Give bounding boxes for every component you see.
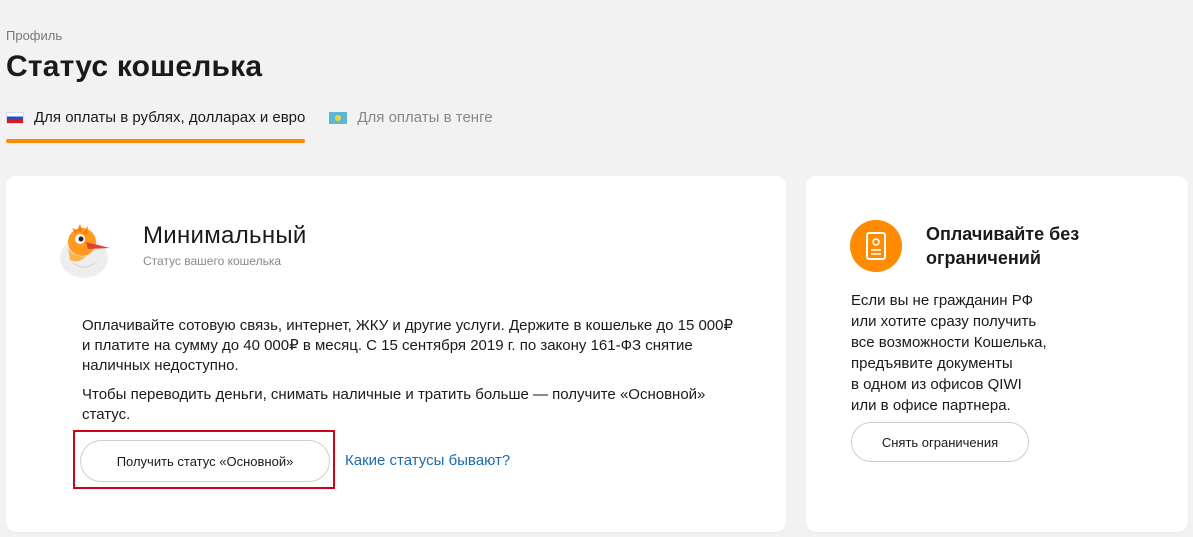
breadcrumb[interactable]: Профиль [6,28,62,43]
document-icon [850,220,902,272]
russia-flag-icon [6,112,24,124]
side-text-line: Если вы не гражданин РФ [851,292,1033,309]
side-text-line: все возможности Кошелька, [851,334,1047,351]
status-title: Минимальный [143,222,307,249]
tab-label: Для оплаты в тенге [357,109,493,126]
qiwi-bird-mascot-icon [60,224,110,278]
side-text-line: в одном из офисов QIWI [851,376,1022,393]
tab-rub-usd-eur[interactable]: Для оплаты в рублях, долларах и евро [6,106,306,143]
tab-label: Для оплаты в рублях, долларах и евро [34,109,306,126]
side-text-line: или хотите сразу получить [851,313,1037,330]
remove-limits-card: Оплачивайте без ограничений Если вы не г… [806,176,1188,532]
status-subtitle: Статус вашего кошелька [143,254,282,268]
status-description: Оплачивайте сотовую связь, интернет, ЖКУ… [82,317,734,374]
side-text-line: или в офисе партнера. [851,397,1011,414]
remove-limits-button[interactable]: Снять ограничения [851,422,1029,462]
page-title: Статус кошелька [6,50,263,83]
statuses-info-link[interactable]: Какие статусы бывают? [345,452,510,469]
get-basic-status-button[interactable]: Получить статус «Основной» [80,440,330,482]
tab-tenge[interactable]: Для оплаты в тенге [329,106,493,141]
side-card-title: Оплачивайте без ограничений [926,224,1080,268]
side-text-line: предъявите документы [851,355,1013,372]
side-card-text: Если вы не гражданин РФ или хотите сразу… [851,290,1081,416]
wallet-status-card: Минимальный Статус вашего кошелька Оплач… [6,176,786,532]
kazakhstan-flag-icon [329,112,348,124]
upgrade-hint: Чтобы переводить деньги, снимать наличны… [82,386,706,423]
tabs: Для оплаты в рублях, долларах и евро Для… [6,106,493,144]
